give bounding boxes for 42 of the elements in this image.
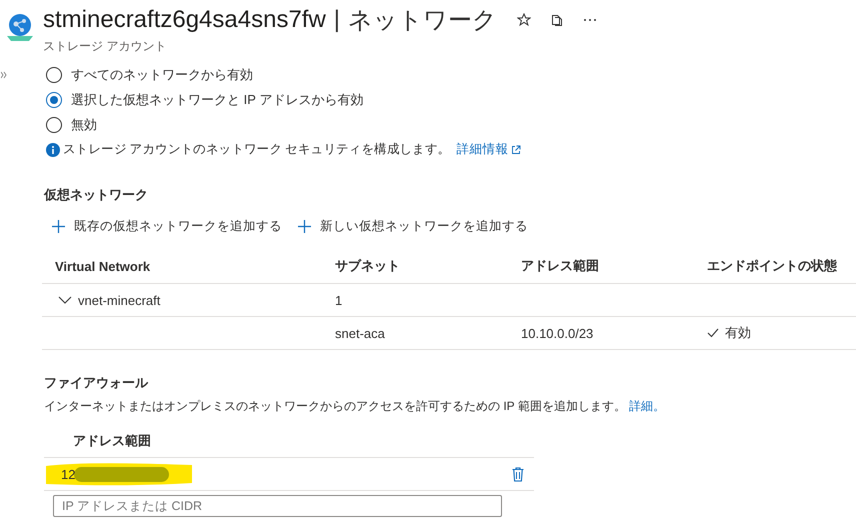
- resource-type: ストレージ アカウント: [43, 38, 168, 55]
- more-icon[interactable]: [583, 18, 598, 22]
- radio-button[interactable]: [46, 92, 62, 108]
- star-icon[interactable]: [517, 13, 532, 27]
- access-option[interactable]: 無効: [46, 115, 856, 134]
- chevron-icon[interactable]: [58, 296, 72, 304]
- status-text: 有効: [725, 324, 751, 342]
- radio-button[interactable]: [46, 116, 62, 132]
- firewall-description: インターネットまたはオンプレミスのネットワークからのアクセスを許可するための IP 範囲を追加します。 詳細。: [44, 398, 666, 415]
- details-link[interactable]: 詳細。: [628, 399, 665, 413]
- delete-icon[interactable]: [512, 466, 524, 482]
- access-option[interactable]: 選択した仮想ネットワークと IP アドレスから有効: [46, 90, 856, 109]
- learn-more-link[interactable]: 詳細情報: [456, 141, 508, 158]
- table-cell-text: 10.10.0.0/23: [520, 326, 594, 340]
- ip-address: 12: [60, 466, 76, 482]
- page-title: ネットワーク: [348, 6, 498, 36]
- title-separator: |: [334, 6, 340, 34]
- table-cell-text: 1: [334, 292, 344, 308]
- resource-title: stminecraftz6g4sa4sns7fw: [43, 6, 326, 34]
- check-icon: [707, 328, 719, 338]
- storage-account-icon: [5, 12, 35, 42]
- plus-icon: [298, 220, 311, 233]
- ip-input-field[interactable]: IP アドレスまたは CIDR: [53, 495, 502, 517]
- plus-icon: [52, 220, 65, 233]
- section-heading: ファイアウォール: [44, 374, 150, 392]
- table-cell-text: snet-aca: [334, 326, 386, 340]
- column-header: サブネット: [334, 257, 401, 275]
- network-name[interactable]: vnet-minecraft: [78, 292, 160, 308]
- add-network-button[interactable]: 新しい仮想ネットワークを追加する: [298, 218, 528, 235]
- copy-icon[interactable]: [551, 14, 564, 26]
- column-header: アドレス範囲: [520, 257, 600, 275]
- column-header: エンドポイントの状態: [706, 257, 838, 275]
- access-option[interactable]: すべてのネットワークから有効: [46, 65, 856, 84]
- column-header: アドレス範囲: [72, 432, 151, 450]
- external-link-icon[interactable]: [511, 144, 522, 154]
- add-network-button[interactable]: 既存の仮想ネットワークを追加する: [52, 218, 282, 235]
- radio-button[interactable]: [46, 66, 62, 82]
- info-text: ストレージ アカウントのネットワーク セキュリティを構成します。: [63, 141, 450, 158]
- column-header: Virtual Network: [54, 258, 152, 274]
- info-icon: [46, 142, 60, 156]
- section-heading: 仮想ネットワーク: [44, 186, 149, 204]
- expand-icon[interactable]: [1, 71, 7, 79]
